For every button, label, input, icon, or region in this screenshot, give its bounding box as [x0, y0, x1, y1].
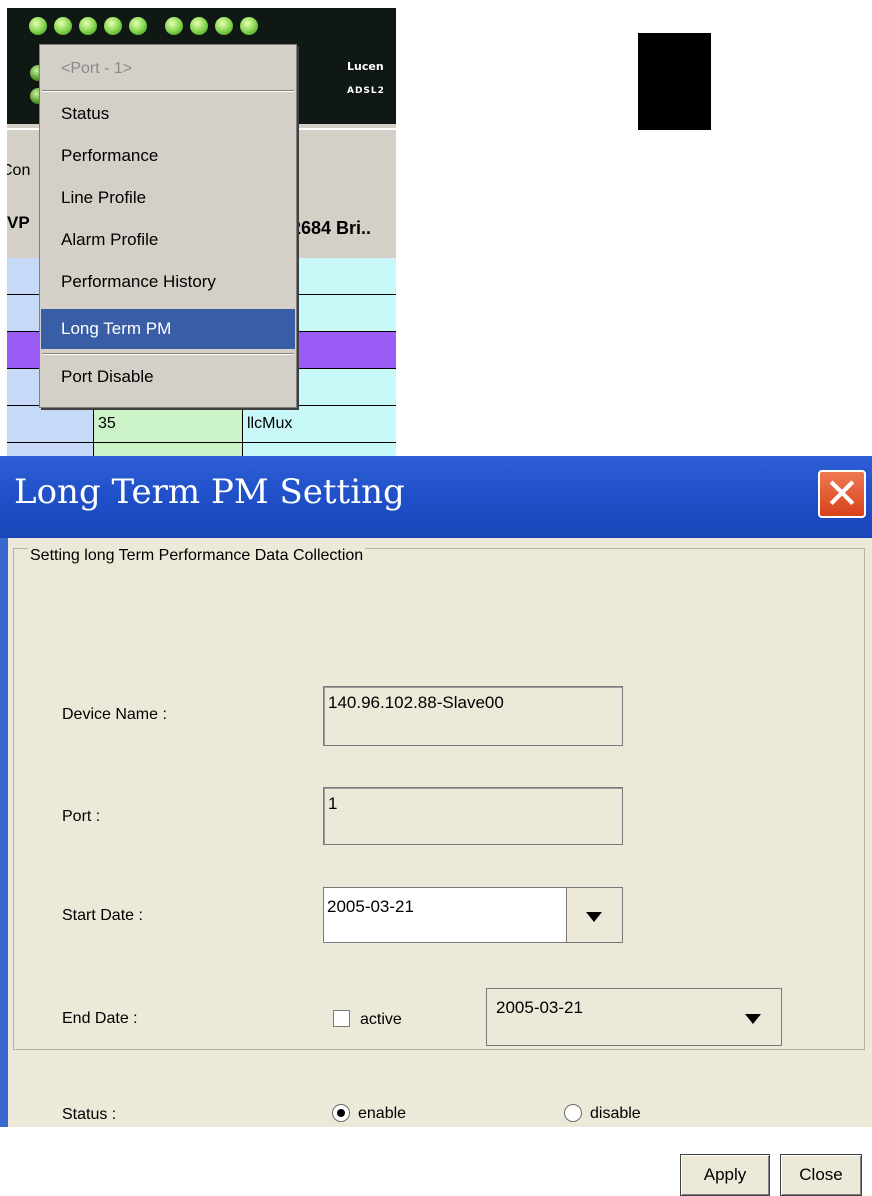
end-date-combo[interactable]: 2005-03-21 — [486, 988, 782, 1046]
table-row[interactable]: 35 llcMux — [7, 406, 396, 443]
menu-separator — [42, 353, 294, 355]
apply-button[interactable]: Apply — [680, 1154, 770, 1196]
device-name-field[interactable]: 140.96.102.88-Slave00 — [323, 686, 623, 746]
led-indicator — [54, 17, 72, 35]
menu-item-performance-history[interactable]: Performance History — [41, 262, 295, 302]
black-rectangle — [638, 33, 711, 130]
start-date-dropdown-button[interactable] — [566, 888, 622, 942]
menu-item-port-disable[interactable]: Port Disable — [41, 357, 295, 397]
tab-connection[interactable]: Con — [7, 162, 30, 180]
model-text: ADSL2 — [347, 86, 385, 96]
table-cell: llcMux — [243, 406, 396, 442]
led-indicator — [79, 17, 97, 35]
status-label: Status : — [62, 1106, 117, 1123]
column-header-bridge[interactable]: 2684 Bri.. — [291, 218, 371, 239]
long-term-pm-dialog: Long Term PM Setting ✕ Setting long Term… — [0, 456, 872, 1196]
end-date-active-checkbox[interactable] — [333, 1010, 350, 1027]
menu-item-alarm-profile[interactable]: Alarm Profile — [41, 220, 295, 260]
menu-item-long-term-pm[interactable]: Long Term PM — [41, 309, 295, 349]
led-indicator — [104, 17, 122, 35]
port-label: Port : — [62, 808, 101, 825]
menu-item-performance[interactable]: Performance — [41, 136, 295, 176]
background-app-window: Lucen ADSL2 Con VP 2684 Bri.. ux ux ux u… — [7, 8, 396, 456]
status-enable-label: enable — [358, 1105, 407, 1122]
end-date-value: 2005-03-21 — [496, 998, 583, 1017]
status-disable-label: disable — [590, 1105, 641, 1122]
status-enable-radio[interactable] — [332, 1104, 350, 1122]
led-indicator — [240, 17, 258, 35]
led-indicator — [165, 17, 183, 35]
dialog-client-area: Setting long Term Performance Data Colle… — [8, 538, 872, 1196]
led-indicator — [29, 17, 47, 35]
menu-header-port: <Port - 1> — [61, 60, 133, 77]
menu-item-status[interactable]: Status — [41, 94, 295, 134]
column-header-vp[interactable]: VP — [7, 213, 30, 233]
start-date-label: Start Date : — [62, 907, 143, 924]
group-title: Setting long Term Performance Data Colle… — [28, 547, 366, 565]
start-date-combo[interactable]: 2005-03-21 — [323, 887, 623, 943]
dialog-title: Long Term PM Setting — [14, 472, 405, 512]
port-context-menu: <Port - 1> Status Performance Line Profi… — [39, 44, 297, 408]
status-disable-radio[interactable] — [564, 1104, 582, 1122]
led-indicator — [129, 17, 147, 35]
close-icon[interactable]: ✕ — [818, 470, 866, 518]
end-date-active-label: active — [360, 1011, 402, 1028]
led-indicator — [215, 17, 233, 35]
port-field[interactable]: 1 — [323, 787, 623, 845]
table-cell: 35 — [98, 415, 116, 432]
led-indicator — [190, 17, 208, 35]
table-row[interactable] — [7, 443, 396, 456]
brand-text: Lucen — [347, 60, 384, 73]
chevron-down-icon — [586, 912, 602, 922]
menu-item-line-profile[interactable]: Line Profile — [41, 178, 295, 218]
chevron-down-icon — [745, 1014, 761, 1024]
menu-separator — [42, 90, 294, 92]
dialog-titlebar[interactable]: Long Term PM Setting ✕ — [0, 456, 872, 538]
close-button[interactable]: Close — [780, 1154, 862, 1196]
start-date-value: 2005-03-21 — [327, 897, 414, 916]
device-name-label: Device Name : — [62, 706, 167, 723]
end-date-label: End Date : — [62, 1010, 138, 1027]
